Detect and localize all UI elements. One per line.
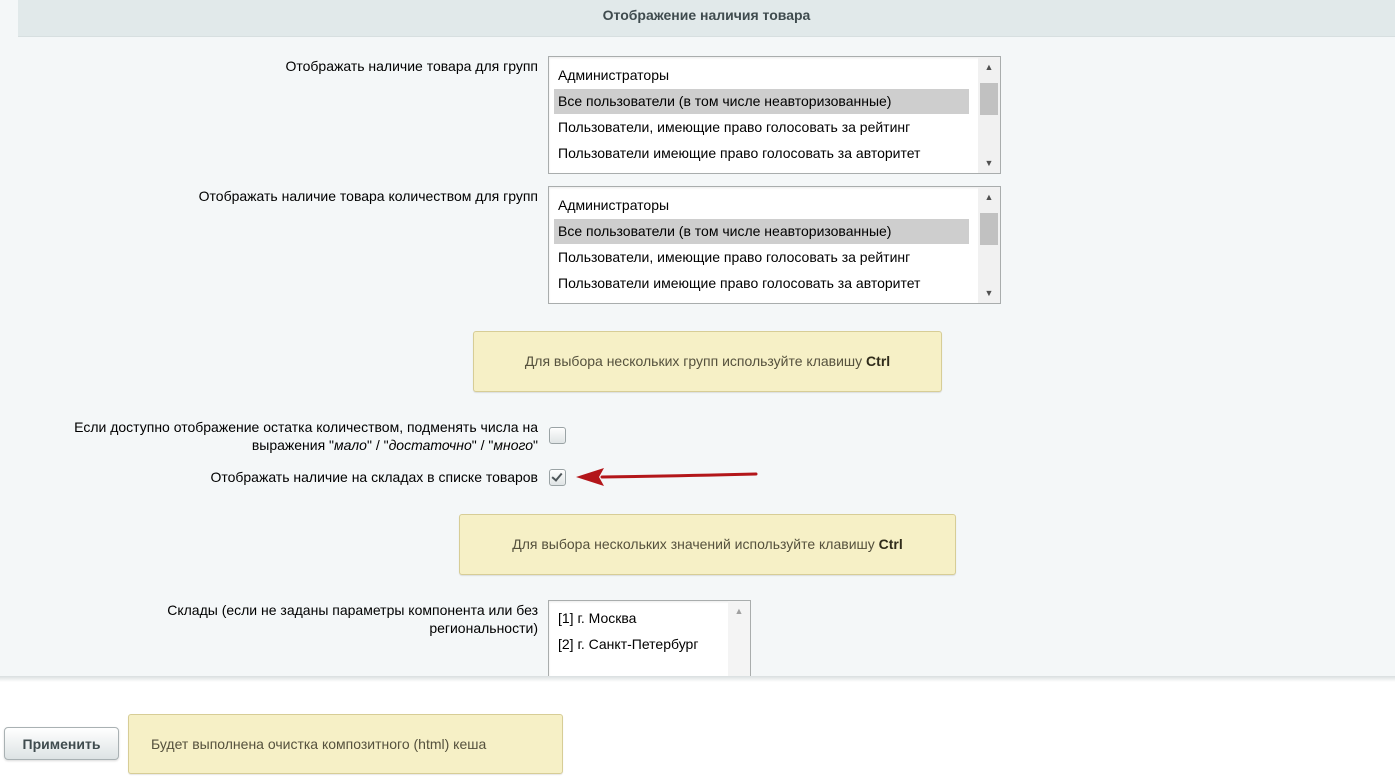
- stores-label: Склады (если не заданы параметры компоне…: [167, 602, 538, 636]
- word-few: мало: [334, 437, 367, 453]
- hint-values: Для выбора нескольких значений используй…: [459, 514, 956, 575]
- section-header: Отображение наличия товара: [18, 0, 1395, 37]
- hint-groups-text: Для выбора нескольких групп используйте …: [524, 353, 867, 369]
- footer-divider: [0, 676, 1395, 682]
- cache-note: Будет выполнена очистка композитного (ht…: [128, 714, 563, 774]
- list-option[interactable]: Администраторы: [554, 193, 969, 218]
- stores-select[interactable]: [1] г. Москва [2] г. Санкт-Петербург ▲: [548, 600, 751, 680]
- show-stores-checkbox[interactable]: [549, 469, 566, 486]
- red-arrow-icon: [576, 468, 758, 486]
- groups-display-label: Отображать наличие товара для групп: [285, 58, 538, 74]
- groups-display-select[interactable]: Администраторы Все пользователи (в том ч…: [548, 56, 1001, 174]
- list-option[interactable]: [1] г. Москва: [554, 606, 636, 631]
- scrollbar[interactable]: ▲ ▼: [978, 187, 1000, 303]
- list-option[interactable]: Пользователи, имеющие право голосовать з…: [554, 115, 969, 140]
- apply-button[interactable]: Применить: [4, 727, 119, 760]
- list-option-selected[interactable]: Все пользователи (в том числе неавторизо…: [554, 89, 969, 114]
- scroll-thumb[interactable]: [980, 213, 998, 245]
- hint-groups-key: Ctrl: [866, 353, 891, 369]
- list-option[interactable]: Пользователи, имеющие право голосовать з…: [554, 245, 969, 270]
- groups-quantity-label: Отображать наличие товара количеством дл…: [198, 188, 538, 204]
- replace-numbers-label-line2: выражения "мало" / "достаточно" / "много…: [251, 437, 538, 453]
- list-option[interactable]: Администраторы: [554, 63, 969, 88]
- cache-note-text: Будет выполнена очистка композитного (ht…: [151, 736, 487, 752]
- scrollbar[interactable]: ▲ ▼: [978, 57, 1000, 173]
- hint-groups: Для выбора нескольких групп используйте …: [473, 331, 942, 392]
- scroll-up-icon[interactable]: ▲: [978, 59, 1000, 75]
- hint-values-text: Для выбора нескольких значений используй…: [512, 536, 879, 552]
- scroll-down-icon[interactable]: ▼: [978, 155, 1000, 171]
- replace-numbers-label: Если доступно отображение остатка количе…: [0, 418, 538, 454]
- word-enough: достаточно: [388, 437, 472, 453]
- scroll-up-icon[interactable]: ▲: [728, 603, 750, 619]
- scrollbar[interactable]: ▲: [728, 601, 750, 680]
- section-title: Отображение наличия товара: [602, 7, 811, 23]
- show-stores-label: Отображать наличие на складах в списке т…: [210, 469, 538, 485]
- list-option[interactable]: Пользователи имеющие право голосовать за…: [554, 271, 969, 296]
- replace-numbers-label-line1: Если доступно отображение остатка количе…: [74, 419, 538, 435]
- list-option[interactable]: [2] г. Санкт-Петербург: [554, 632, 698, 657]
- settings-panel: Отображение наличия товара Отображать на…: [0, 0, 1395, 680]
- groups-quantity-select[interactable]: Администраторы Все пользователи (в том ч…: [548, 186, 1001, 304]
- scroll-up-icon[interactable]: ▲: [978, 189, 1000, 205]
- hint-values-key: Ctrl: [878, 536, 903, 552]
- word-many: много: [493, 437, 534, 453]
- replace-numbers-checkbox[interactable]: [549, 427, 566, 444]
- list-option[interactable]: Пользователи имеющие право голосовать за…: [554, 141, 969, 166]
- scroll-down-icon[interactable]: ▼: [978, 285, 1000, 301]
- list-option-selected[interactable]: Все пользователи (в том числе неавторизо…: [554, 219, 969, 244]
- scroll-thumb[interactable]: [980, 83, 998, 115]
